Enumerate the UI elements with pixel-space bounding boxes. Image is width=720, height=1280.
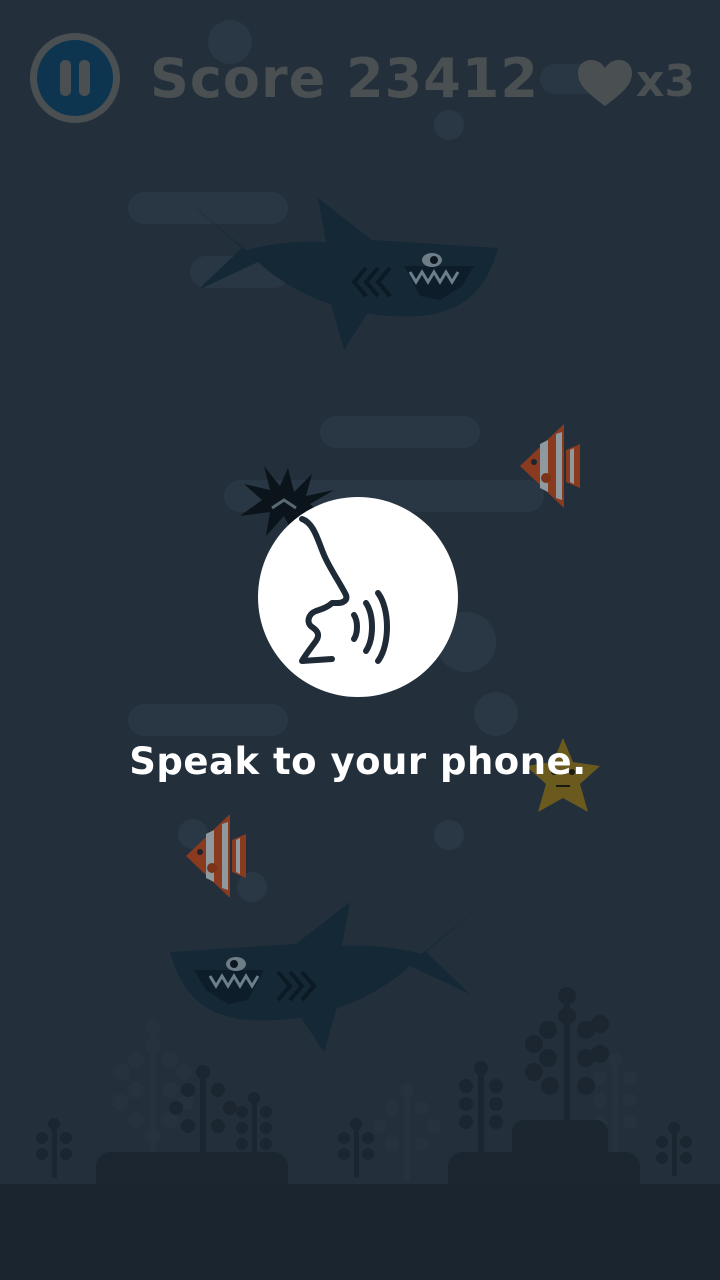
shark-enemy-bottom	[170, 902, 482, 1052]
score-label: Score	[150, 47, 327, 110]
score-display: Score 23412	[150, 44, 539, 114]
seabed	[0, 1184, 720, 1280]
heart-icon	[578, 60, 632, 106]
pause-button[interactable]	[26, 28, 124, 128]
lives-count: x3	[636, 56, 695, 107]
score-value: 23412	[346, 47, 539, 110]
voice-prompt-badge	[258, 497, 458, 697]
speaking-head-icon	[299, 516, 390, 664]
game-stage: Score 23412 x3 Speak to your phone.	[0, 0, 720, 1280]
pause-icon	[30, 33, 120, 123]
voice-prompt-text: Speak to your phone.	[129, 740, 587, 783]
